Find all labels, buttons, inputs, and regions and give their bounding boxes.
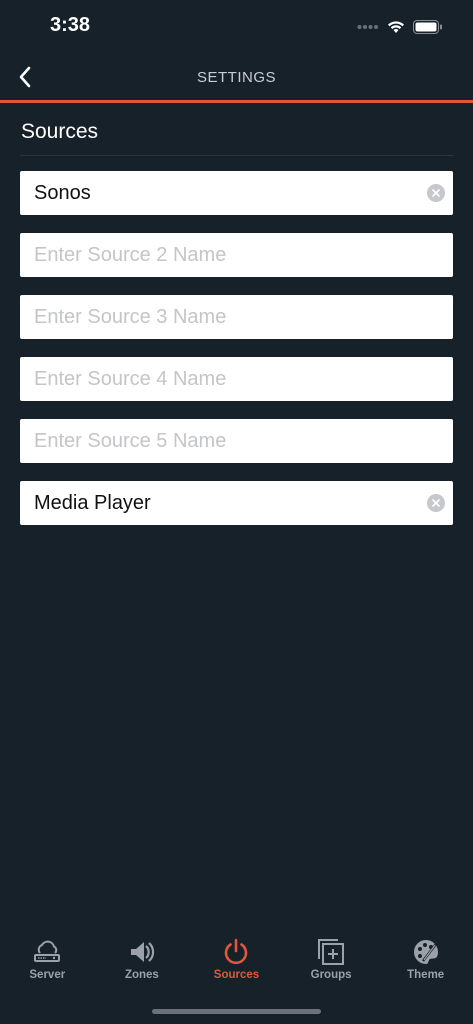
source-1-input[interactable] <box>20 171 410 215</box>
source-2-input[interactable] <box>20 233 410 277</box>
clear-icon <box>432 499 440 507</box>
source-5-input[interactable] <box>20 419 410 463</box>
status-time: 3:38 <box>50 14 91 36</box>
source-6-input[interactable] <box>20 481 410 525</box>
tab-sources[interactable]: Sources <box>189 930 284 990</box>
tab-label: Groups <box>310 969 352 981</box>
source-2-field <box>20 233 453 277</box>
tab-label: Zones <box>124 969 159 981</box>
tab-groups[interactable]: Groups <box>284 930 379 990</box>
section-title: Sources <box>21 120 99 143</box>
signal-icon <box>357 25 378 29</box>
status-icons <box>357 17 443 37</box>
tab-bar: Server Zones Sources Groups Theme <box>0 930 473 990</box>
clear-icon <box>432 189 440 197</box>
source-1-field <box>20 171 453 215</box>
clear-source-1-button[interactable] <box>427 184 445 202</box>
battery-icon <box>413 20 442 34</box>
speaker-icon <box>130 942 155 962</box>
tab-server[interactable]: Server <box>0 930 95 990</box>
source-6-field <box>20 481 453 525</box>
wifi-icon <box>388 21 404 33</box>
tab-label: Theme <box>407 969 445 981</box>
page-title: SETTINGS <box>196 69 276 86</box>
section-divider <box>20 155 453 156</box>
palette-icon <box>413 940 438 964</box>
groups-icon <box>318 939 345 965</box>
source-3-input[interactable] <box>20 295 410 339</box>
nav-divider <box>0 100 473 103</box>
source-5-field <box>20 419 453 463</box>
source-3-field <box>20 295 453 339</box>
status-bar: 3:38 <box>0 0 473 54</box>
tab-label: Sources <box>213 969 260 981</box>
tab-zones[interactable]: Zones <box>95 930 190 990</box>
home-indicator <box>152 1009 321 1014</box>
tab-label: Server <box>29 969 66 981</box>
source-4-input[interactable] <box>20 357 410 401</box>
source-4-field <box>20 357 453 401</box>
nav-bar: SETTINGS <box>0 54 473 100</box>
server-icon <box>34 940 61 962</box>
tab-theme[interactable]: Theme <box>378 930 473 990</box>
clear-source-6-button[interactable] <box>427 494 445 512</box>
power-icon <box>225 938 248 965</box>
